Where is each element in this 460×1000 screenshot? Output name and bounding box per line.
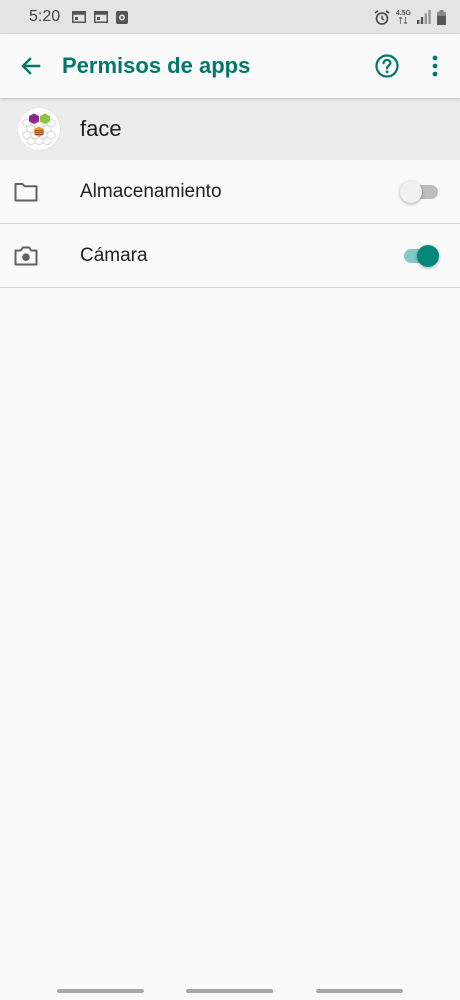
app-notification-icon xyxy=(116,10,129,24)
camera-toggle[interactable] xyxy=(400,244,440,268)
app-bar: Permisos de apps xyxy=(0,34,460,98)
app-header: face xyxy=(0,98,460,160)
navigation-bar xyxy=(0,978,460,1000)
nav-recent-apps[interactable] xyxy=(57,989,144,993)
status-bar: 5:20 4.5G xyxy=(0,0,460,34)
permission-label: Cámara xyxy=(80,244,148,266)
network-type-label: 4.5G xyxy=(395,10,411,17)
nav-back[interactable] xyxy=(316,989,403,993)
folder-icon xyxy=(13,179,39,205)
permission-row-camera[interactable]: Cámara xyxy=(0,224,460,288)
signal-icon xyxy=(417,10,431,24)
permission-list: Almacenamiento Cámara xyxy=(0,160,460,288)
permission-label: Almacenamiento xyxy=(80,180,222,202)
app-name: face xyxy=(80,116,122,141)
toggle-thumb xyxy=(417,244,439,267)
storage-toggle[interactable] xyxy=(400,180,440,204)
window-notification-icon xyxy=(72,11,87,23)
app-logo xyxy=(17,107,61,151)
page-title: Permisos de apps xyxy=(62,53,251,78)
status-system-icons: 4.5G xyxy=(374,9,446,25)
more-options-button[interactable] xyxy=(420,51,450,81)
back-button[interactable] xyxy=(16,51,46,81)
help-button[interactable] xyxy=(372,51,402,81)
nav-home[interactable] xyxy=(186,989,273,993)
mobile-data-icon: 4.5G xyxy=(396,10,411,24)
window-notification-icon-2 xyxy=(94,11,109,23)
alarm-icon xyxy=(374,9,390,25)
more-vert-icon xyxy=(432,55,438,77)
battery-icon xyxy=(437,9,446,25)
arrow-left-icon xyxy=(21,57,41,75)
help-circle-icon xyxy=(375,54,399,78)
status-time: 5:20 xyxy=(29,8,61,25)
permission-row-storage[interactable]: Almacenamiento xyxy=(0,160,460,224)
camera-icon xyxy=(13,243,39,269)
status-notification-icons xyxy=(72,10,129,24)
toggle-thumb xyxy=(400,180,422,203)
